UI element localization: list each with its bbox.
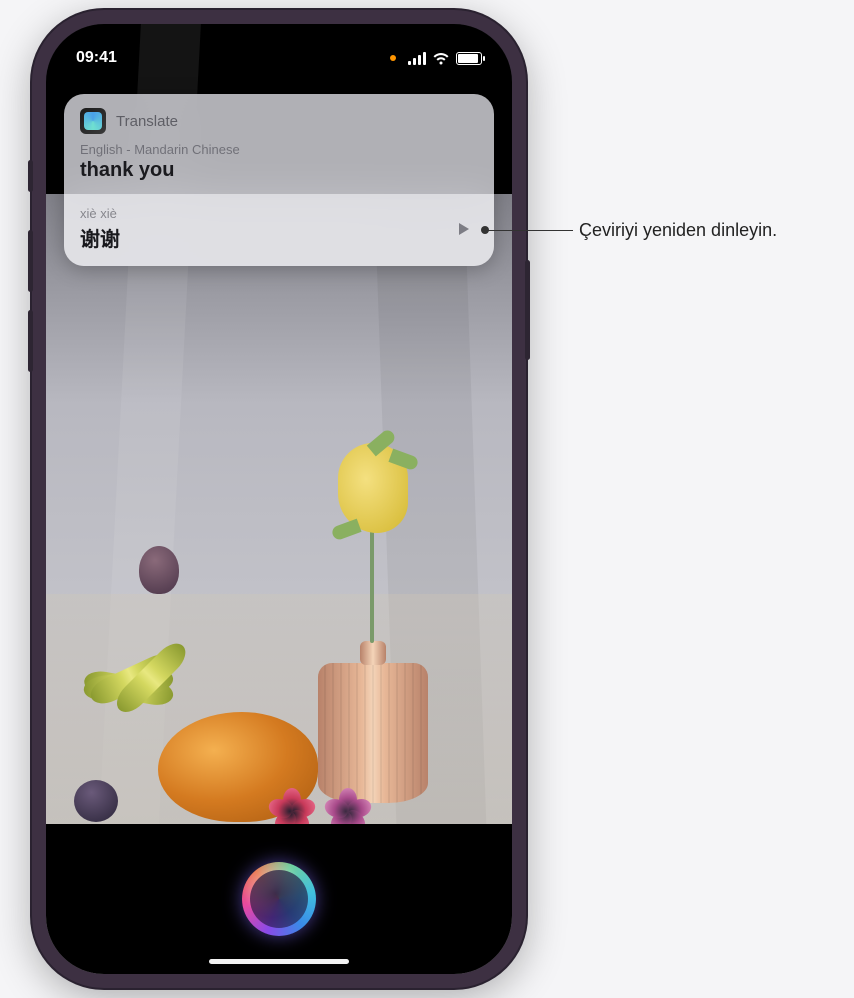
translation-result-row: xiè xiè 谢谢 (64, 194, 494, 266)
translated-phrase: 谢谢 (80, 223, 120, 252)
language-pair-label: English - Mandarin Chinese (80, 142, 478, 157)
status-time: 09:41 (76, 49, 117, 67)
card-app-name: Translate (116, 113, 178, 130)
phone-screen: 09:41 Translate English - Mandarin Chine… (46, 24, 512, 974)
phone-frame: 09:41 Translate English - Mandarin Chine… (32, 10, 526, 988)
source-phrase: thank you (80, 159, 478, 182)
pinyin-text: xiè xiè (80, 206, 120, 221)
volume-up-button (28, 230, 33, 292)
dynamic-island (214, 42, 344, 78)
play-translation-button[interactable] (448, 214, 478, 244)
wifi-icon (432, 52, 450, 65)
translate-app-icon (80, 108, 106, 134)
mic-indicator-icon (390, 55, 396, 61)
volume-down-button (28, 310, 33, 372)
siri-orb[interactable] (242, 862, 316, 936)
translate-result-card[interactable]: Translate English - Mandarin Chinese tha… (64, 94, 494, 266)
annotation-callout: Çeviriyi yeniden dinleyin. (485, 220, 777, 241)
home-indicator[interactable] (209, 959, 349, 964)
power-button (525, 260, 530, 360)
callout-label: Çeviriyi yeniden dinleyin. (579, 220, 777, 241)
play-icon (455, 221, 471, 237)
battery-icon (456, 52, 482, 65)
mute-switch (28, 160, 33, 192)
cellular-icon (408, 52, 426, 65)
